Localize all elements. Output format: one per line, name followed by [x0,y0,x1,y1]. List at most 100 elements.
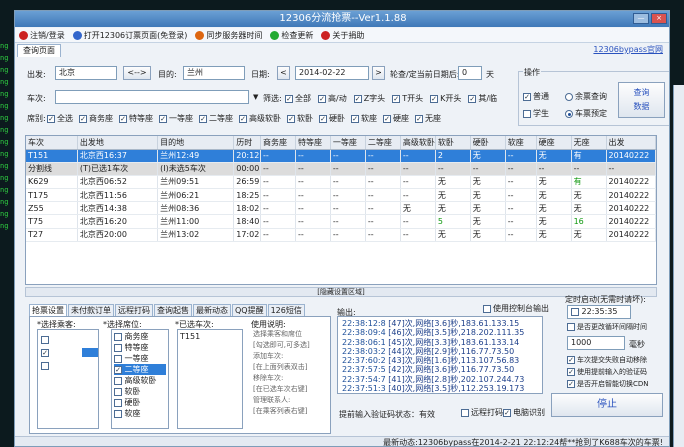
train-dropdown-icon[interactable]: ▼ [253,93,258,101]
date-prev-button[interactable]: < [277,66,290,80]
table-row[interactable]: T27 北京西20:00 兰州13:02 17:02 -- -- -- -- -- 无无 -- 无无 2… [26,228,656,242]
date-input[interactable]: 2014-02-22 [295,66,369,80]
table-cell: 18:40 [233,214,261,229]
filter-checkbox[interactable]: ✓ Z字头 [353,93,385,104]
seat-filter-checkbox[interactable]: ✓ 硬卧 [319,113,345,124]
table-cell: 20140222 [606,188,656,203]
stop-button[interactable]: 停止 [551,393,663,417]
column-header[interactable]: 出发 [606,136,656,150]
hide-settings-toggle[interactable]: [隐藏设置区域] [25,287,657,297]
seat-filter-checkbox[interactable]: ✓ 软座 [351,113,377,124]
table-row[interactable]: T75 北京西16:20 兰州11:00 18:40 -- -- -- -- -- 5 无 -- 无 16… [26,214,656,229]
filter-checkbox[interactable]: ✓ 其/临 [468,93,497,104]
table-cell: -- [505,188,537,203]
column-header[interactable]: 硬座 [536,136,572,150]
column-header[interactable]: 特等座 [295,136,331,150]
table-row[interactable]: 分割线 (T)已选1车次 (I)未选5车次 00:00 -- -- -- -- -- -- -- --… [26,162,656,176]
selected-trains-list[interactable]: T151 [177,329,243,429]
column-header[interactable]: 车次 [26,136,78,150]
filter-checkbox[interactable]: ✓ T开头 [392,93,423,104]
menu-item[interactable]: 打开12306订票页面(免登录) [72,30,187,41]
selected-train-item[interactable]: T151 [180,332,200,341]
timer-label: 定时启动(无需时请坏): [565,295,646,304]
column-header[interactable]: 高级软卧 [400,136,436,150]
close-button[interactable]: × [651,13,667,24]
table-row[interactable]: Z55 北京西14:38 兰州08:36 18:02 -- -- -- -- 无无无 -- 无无 20… [26,201,656,216]
column-header[interactable]: 无座 [571,136,607,150]
seat-option[interactable]: 硬卧 [114,397,166,408]
tab-query[interactable]: 查询页面 [17,44,61,57]
passenger-checkbox[interactable] [41,361,49,370]
output-log: 22:38:12:8 [47]次,网络[3.6]秒,183.61.133.15 2… [337,316,543,394]
from-input[interactable]: 北京 [55,66,117,80]
auto-code-checkbox[interactable]: ✓ 电脑识别 [503,407,545,418]
interval-input[interactable]: 1000 [567,336,625,350]
normal-checkbox[interactable]: ✓ 普通 [523,91,549,102]
remaining-radio[interactable]: 余票查询 [565,91,607,102]
date-label: 日期: [251,70,270,79]
seat-filter-checkbox[interactable]: ✓ 全选 [47,113,73,124]
passenger-list[interactable]: ✓ [37,329,99,429]
seat-option[interactable]: ✓ 二等座 [114,364,166,375]
auto-remove-checkbox[interactable]: ✓ 车次提交失败自动移除 [567,355,647,365]
query-data-button[interactable]: 查询 数据 [618,82,665,118]
remote-code-checkbox[interactable]: 远程打码 [461,407,503,418]
table-cell: -- [260,149,296,163]
passenger-checkbox[interactable] [41,335,49,344]
table-row[interactable]: T175 北京西11:56 兰州06:21 18:25 -- -- -- -- -- 无无 -- 无无… [26,188,656,203]
filter-checkbox[interactable]: ✓ 全部 [285,93,311,104]
seat-filter-checkbox[interactable]: ✓ 特等座 [119,113,153,124]
swap-button[interactable]: <--> [123,66,151,80]
filter-checkbox[interactable]: ✓ K开头 [430,93,461,104]
menu-item[interactable]: 同步服务器时间 [195,30,262,41]
seat-filter-checkbox[interactable]: ✓ 软卧 [287,113,313,124]
student-checkbox[interactable]: 学生 [523,108,549,119]
column-header[interactable]: 软卧 [435,136,471,150]
seat-option[interactable]: 特等座 [114,342,166,353]
minimize-button[interactable]: — [633,13,649,24]
train-input[interactable] [55,90,249,104]
log-line: 22:37:54:7 [41]次,网络[2.8]秒,202.107.244.73 [342,374,525,384]
seat-option[interactable]: 商务座 [114,331,166,342]
seat-option[interactable]: 高级软卧 [114,375,166,386]
timer-input[interactable]: 22:35:35 [567,305,631,319]
seat-option[interactable]: 软座 [114,408,166,419]
menu-item[interactable]: 注销/登录 [19,30,65,41]
column-header[interactable]: 软座 [505,136,537,150]
column-header[interactable]: 一等座 [330,136,366,150]
seat-filter-checkbox[interactable]: ✓ 一等座 [159,113,193,124]
column-header[interactable]: 出发地 [77,136,159,150]
prefill-captcha-checkbox[interactable]: ✓ 使用提前输入的验证码 [567,367,647,377]
interval-checkbox[interactable]: 是否更改循环间隔时间 [567,322,647,332]
column-header[interactable]: 硬卧 [470,136,506,150]
table-cell: -- [295,228,331,242]
seat-option[interactable]: 一等座 [114,353,166,364]
cdn-switch-checkbox[interactable]: ✓ 是否开启智能切换CDN [567,379,649,389]
seat-filter-checkbox[interactable]: ✓ 无座 [415,113,441,124]
table-cell: T27 [26,228,78,242]
column-header[interactable]: 二等座 [365,136,401,150]
column-header[interactable]: 目的地 [157,136,235,150]
column-header[interactable]: 历时 [233,136,261,150]
seat-option[interactable]: 软卧 [114,386,166,397]
table-row[interactable]: T151 北京西16:37 兰州12:49 20:12 -- -- -- -- -- 2 无 -- 无有… [26,149,656,163]
menu-item[interactable]: 检查更新 [270,30,313,41]
seat-filter-checkbox[interactable]: ✓ 高级软卧 [239,113,281,124]
table-row[interactable]: K629 北京西06:52 兰州09:51 26:59 -- -- -- -- -- 无无 -- 无有… [26,175,656,190]
passenger-checkbox[interactable]: ✓ [41,348,49,357]
rotate-days-input[interactable]: 0 [458,66,482,80]
column-header[interactable]: 商务座 [260,136,296,150]
filter-checkbox[interactable]: ✓ 高/动 [318,93,347,104]
seat-filter-checkbox[interactable]: ✓ 硬座 [383,113,409,124]
date-next-button[interactable]: > [372,66,385,80]
table-cell: 无 [470,149,506,163]
console-output-checkbox[interactable]: 使用控制台输出 [483,303,549,314]
menu-item[interactable]: 关于捐助 [321,30,364,41]
support-link[interactable]: 12306bypass官网 [593,44,663,55]
seat-filter-checkbox[interactable]: ✓ 商务座 [79,113,113,124]
seat-filter-checkbox[interactable]: ✓ 二等座 [199,113,233,124]
reserve-radio[interactable]: 车票预定 [565,108,607,119]
seat-choice-list[interactable]: 商务座 特等座 一等座 ✓ 二等座 高级软卧 软卧 硬卧 软座 [111,329,169,429]
to-input[interactable]: 兰州 [183,66,245,80]
menu-item-label: 注销/登录 [30,30,65,40]
